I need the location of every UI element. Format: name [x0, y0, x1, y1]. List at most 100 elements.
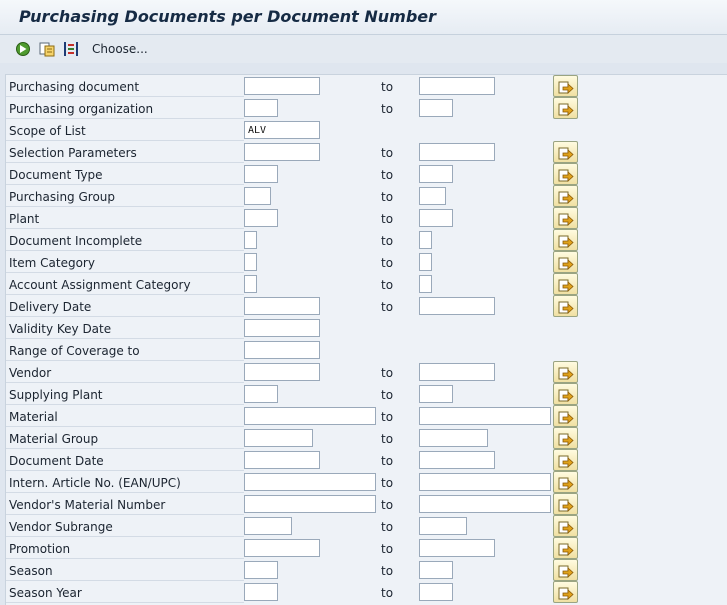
- multiple-selection-button[interactable]: [553, 471, 578, 493]
- multiple-selection-button[interactable]: [553, 207, 578, 229]
- multiple-selection-button[interactable]: [553, 427, 578, 449]
- multiple-selection-button[interactable]: [553, 251, 578, 273]
- field-label: Purchasing Group: [9, 190, 116, 204]
- to-input[interactable]: [419, 407, 551, 425]
- multiple-selection-button[interactable]: [553, 295, 578, 317]
- to-input[interactable]: [419, 209, 453, 227]
- selection-row: Intern. Article No. (EAN/UPC) to: [6, 471, 727, 493]
- selection-row: Document Date to: [6, 449, 727, 471]
- to-label: to: [381, 102, 394, 116]
- multiple-selection-button[interactable]: [553, 515, 578, 537]
- to-input[interactable]: [419, 143, 495, 161]
- from-input[interactable]: [244, 539, 320, 557]
- to-label: to: [381, 366, 394, 380]
- to-input[interactable]: [419, 363, 495, 381]
- to-label: to: [381, 256, 394, 270]
- field-label: Vendor Subrange: [9, 520, 113, 534]
- from-input[interactable]: [244, 561, 278, 579]
- from-input[interactable]: [244, 385, 278, 403]
- selection-row: Material Group to: [6, 427, 727, 449]
- title-bar: Purchasing Documents per Document Number: [0, 0, 727, 35]
- from-input[interactable]: [244, 473, 376, 491]
- multiple-selection-button[interactable]: [553, 185, 578, 207]
- from-input[interactable]: [244, 407, 376, 425]
- multiple-selection-button[interactable]: [553, 163, 578, 185]
- to-input[interactable]: [419, 539, 495, 557]
- execute-icon[interactable]: [15, 41, 31, 57]
- from-input[interactable]: [244, 297, 320, 315]
- from-input[interactable]: [244, 495, 376, 513]
- to-input[interactable]: [419, 451, 495, 469]
- multiple-selection-button[interactable]: [553, 97, 578, 119]
- to-input[interactable]: [419, 187, 446, 205]
- to-input[interactable]: [419, 495, 551, 513]
- multiple-selection-button[interactable]: [553, 141, 578, 163]
- field-label: Season Year: [9, 586, 82, 600]
- multiple-selection-button[interactable]: [553, 405, 578, 427]
- from-input[interactable]: [244, 187, 271, 205]
- to-label: to: [381, 454, 394, 468]
- field-label: Intern. Article No. (EAN/UPC): [9, 476, 181, 490]
- field-label: Plant: [9, 212, 40, 226]
- selection-row: Vendor Subrange to: [6, 515, 727, 537]
- selection-row: Delivery Date to: [6, 295, 727, 317]
- to-input[interactable]: [419, 473, 551, 491]
- selection-row: Purchasing organization to: [6, 97, 727, 119]
- field-label: Purchasing document: [9, 80, 140, 94]
- to-label: to: [381, 498, 394, 512]
- selection-screen: Purchasing document to Purchasing organiza…: [5, 74, 727, 605]
- field-label: Material: [9, 410, 58, 424]
- to-input[interactable]: [419, 297, 495, 315]
- to-input[interactable]: [419, 253, 432, 271]
- field-label: Validity Key Date: [9, 322, 112, 336]
- to-input[interactable]: [419, 583, 453, 601]
- from-input[interactable]: [244, 583, 278, 601]
- to-input[interactable]: [419, 77, 495, 95]
- to-label: to: [381, 80, 394, 94]
- from-input[interactable]: ALV: [244, 121, 320, 139]
- multiple-selection-button[interactable]: [553, 361, 578, 383]
- field-label: Document Incomplete: [9, 234, 143, 248]
- to-input[interactable]: [419, 385, 453, 403]
- multiple-selection-button[interactable]: [553, 273, 578, 295]
- from-input[interactable]: [244, 209, 278, 227]
- from-input[interactable]: [244, 363, 320, 381]
- to-input[interactable]: [419, 275, 432, 293]
- to-input[interactable]: [419, 429, 488, 447]
- from-input[interactable]: [244, 429, 313, 447]
- from-input[interactable]: [244, 275, 257, 293]
- from-input[interactable]: [244, 143, 320, 161]
- field-label: Promotion: [9, 542, 71, 556]
- selection-options-icon[interactable]: [63, 41, 79, 57]
- selection-row: Season to: [6, 559, 727, 581]
- multiple-selection-button[interactable]: [553, 449, 578, 471]
- get-variant-icon[interactable]: [39, 41, 55, 57]
- multiple-selection-button[interactable]: [553, 383, 578, 405]
- from-input[interactable]: [244, 77, 320, 95]
- choose-variant-button[interactable]: Choose...: [92, 42, 148, 56]
- to-input[interactable]: [419, 165, 453, 183]
- to-input[interactable]: [419, 517, 467, 535]
- field-label: Account Assignment Category: [9, 278, 191, 292]
- from-input[interactable]: [244, 517, 292, 535]
- from-input[interactable]: [244, 165, 278, 183]
- from-input[interactable]: [244, 319, 320, 337]
- multiple-selection-button[interactable]: [553, 537, 578, 559]
- multiple-selection-button[interactable]: [553, 559, 578, 581]
- from-input[interactable]: [244, 451, 320, 469]
- to-input[interactable]: [419, 99, 453, 117]
- multiple-selection-button[interactable]: [553, 75, 578, 97]
- to-label: to: [381, 190, 394, 204]
- from-input[interactable]: [244, 341, 320, 359]
- to-label: to: [381, 564, 394, 578]
- multiple-selection-button[interactable]: [553, 229, 578, 251]
- from-input[interactable]: [244, 253, 257, 271]
- to-input[interactable]: [419, 231, 432, 249]
- from-input[interactable]: [244, 99, 278, 117]
- to-label: to: [381, 234, 394, 248]
- multiple-selection-button[interactable]: [553, 493, 578, 515]
- selection-row: Document Type to: [6, 163, 727, 185]
- to-input[interactable]: [419, 561, 453, 579]
- multiple-selection-button[interactable]: [553, 581, 578, 603]
- from-input[interactable]: [244, 231, 257, 249]
